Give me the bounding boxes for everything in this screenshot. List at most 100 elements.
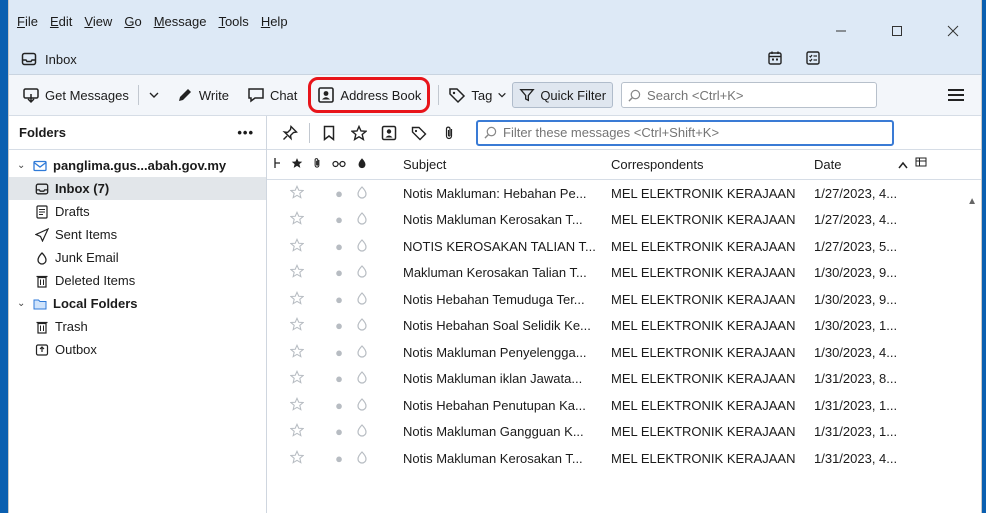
junk-toggle[interactable] — [351, 264, 373, 281]
star-toggle[interactable] — [287, 211, 307, 228]
folder-item-inbox[interactable]: Inbox (7) — [9, 177, 266, 200]
junk-toggle[interactable] — [351, 211, 373, 228]
get-messages-button[interactable]: Get Messages — [17, 81, 134, 109]
chevron-down-icon[interactable]: ⌄ — [17, 298, 29, 309]
star-toggle[interactable] — [287, 370, 307, 387]
folder-pane-menu-button[interactable]: ••• — [237, 125, 254, 140]
sticky-filter-button[interactable] — [275, 124, 305, 141]
menu-message[interactable]: Message — [154, 14, 207, 29]
star-toggle[interactable] — [287, 423, 307, 440]
read-column-header[interactable] — [327, 157, 351, 172]
chevron-down-icon[interactable]: ⌄ — [17, 160, 29, 171]
star-toggle[interactable] — [287, 396, 307, 414]
quickbar-separator — [309, 122, 310, 143]
star-toggle[interactable] — [287, 290, 307, 308]
message-row[interactable]: ● Notis Hebahan Temuduga Ter... MEL ELEK… — [267, 286, 981, 313]
junk-toggle[interactable] — [351, 423, 373, 440]
star-toggle[interactable] — [287, 317, 307, 334]
attachment-filter-button[interactable] — [434, 125, 464, 141]
chat-button[interactable]: Chat — [242, 81, 302, 109]
menu-view[interactable]: View — [84, 14, 112, 29]
correspondents-column-header[interactable]: Correspondents — [605, 157, 808, 172]
tag-button[interactable]: Tag — [443, 81, 512, 109]
write-button[interactable]: Write — [171, 81, 234, 109]
column-picker-button[interactable] — [912, 157, 930, 172]
menu-help[interactable]: Help — [261, 14, 288, 29]
junk-toggle[interactable] — [351, 185, 373, 202]
star-column-header[interactable] — [287, 157, 307, 172]
message-row[interactable]: ● Notis Hebahan Penutupan Ka... MEL ELEK… — [267, 392, 981, 419]
date-column-header[interactable]: Date — [808, 157, 912, 172]
filter-box — [476, 119, 894, 146]
star-toggle[interactable] — [287, 343, 307, 361]
read-toggle[interactable]: ● — [327, 265, 351, 280]
quick-filter-button[interactable]: Quick Filter — [512, 82, 614, 108]
message-row[interactable]: ● Notis Hebahan Soal Selidik Ke... MEL E… — [267, 313, 981, 340]
folder-item-outbox[interactable]: Outbox — [9, 338, 266, 361]
star-toggle[interactable] — [287, 184, 307, 202]
star-toggle[interactable] — [287, 237, 307, 255]
star-toggle[interactable] — [287, 449, 307, 467]
junk-toggle[interactable] — [351, 397, 373, 414]
message-row[interactable]: ● Notis Makluman: Hebahan Pe... MEL ELEK… — [267, 180, 981, 207]
unread-filter-button[interactable] — [314, 125, 344, 141]
get-messages-dropdown[interactable] — [143, 81, 165, 109]
local-folders-row[interactable]: ⌄ Local Folders — [9, 292, 266, 315]
close-button[interactable] — [925, 16, 981, 46]
junk-toggle[interactable] — [351, 450, 373, 467]
folder-item-trash[interactable]: Trash — [9, 315, 266, 338]
message-row[interactable]: ● Notis Makluman iklan Jawata... MEL ELE… — [267, 366, 981, 393]
message-row[interactable]: ● Notis Makluman Gangguan K... MEL ELEKT… — [267, 419, 981, 446]
read-toggle[interactable]: ● — [327, 451, 351, 466]
message-row[interactable]: ● Notis Makluman Kerosakan T... MEL ELEK… — [267, 445, 981, 472]
folder-item-junk[interactable]: Junk Email — [9, 246, 266, 269]
junk-toggle[interactable] — [351, 317, 373, 334]
minimize-button[interactable] — [813, 16, 869, 46]
contact-filter-button[interactable] — [374, 125, 404, 141]
account-row[interactable]: ⌄ panglima.gus...abah.gov.my — [9, 154, 266, 177]
tags-filter-button[interactable] — [404, 125, 434, 141]
read-toggle[interactable]: ● — [327, 398, 351, 413]
tab-inbox[interactable]: Inbox — [9, 44, 981, 74]
star-toggle[interactable] — [287, 264, 307, 281]
junk-toggle[interactable] — [351, 344, 373, 361]
filter-messages-input[interactable] — [503, 125, 883, 140]
search-input[interactable] — [647, 87, 868, 103]
folder-item-deleted[interactable]: Deleted Items — [9, 269, 266, 292]
read-toggle[interactable]: ● — [327, 318, 351, 333]
menu-go[interactable]: Go — [124, 14, 141, 29]
folder-label: Junk Email — [55, 250, 119, 265]
tasks-icon[interactable] — [805, 50, 821, 66]
folder-item-sent[interactable]: Sent Items — [9, 223, 266, 246]
read-toggle[interactable]: ● — [327, 424, 351, 439]
junk-toggle[interactable] — [351, 291, 373, 308]
menu-tools[interactable]: Tools — [218, 14, 248, 29]
attachment-column-header[interactable] — [307, 156, 327, 173]
date-cell: 1/30/2023, 1... — [814, 318, 898, 334]
junk-toggle[interactable] — [351, 238, 373, 255]
junk-toggle[interactable] — [351, 370, 373, 387]
calendar-icon[interactable] — [767, 50, 783, 66]
menu-file[interactable]: File — [17, 14, 38, 29]
read-toggle[interactable]: ● — [327, 345, 351, 360]
read-toggle[interactable]: ● — [327, 292, 351, 307]
menu-edit[interactable]: Edit — [50, 14, 72, 29]
junk-column-header[interactable] — [351, 157, 373, 172]
date-cell: 1/31/2023, 1... — [814, 397, 898, 413]
thread-column-header[interactable] — [267, 157, 287, 172]
read-toggle[interactable]: ● — [327, 186, 351, 201]
read-toggle[interactable]: ● — [327, 371, 351, 386]
message-row[interactable]: ● Notis Makluman Penyelengga... MEL ELEK… — [267, 339, 981, 366]
message-row[interactable]: ● Makluman Kerosakan Talian T... MEL ELE… — [267, 260, 981, 287]
message-row[interactable]: ● Notis Makluman Kerosakan T... MEL ELEK… — [267, 207, 981, 234]
app-menu-icon[interactable] — [947, 87, 965, 103]
scrollbar-up-arrow[interactable]: ▲ — [967, 196, 977, 207]
folder-item-drafts[interactable]: Drafts — [9, 200, 266, 223]
subject-column-header[interactable]: Subject — [373, 157, 605, 172]
message-row[interactable]: ● NOTIS KEROSAKAN TALIAN T... MEL ELEKTR… — [267, 233, 981, 260]
maximize-button[interactable] — [869, 16, 925, 46]
read-toggle[interactable]: ● — [327, 212, 351, 227]
read-toggle[interactable]: ● — [327, 239, 351, 254]
address-book-button[interactable]: Address Book — [315, 81, 423, 109]
starred-filter-button[interactable] — [344, 124, 374, 141]
